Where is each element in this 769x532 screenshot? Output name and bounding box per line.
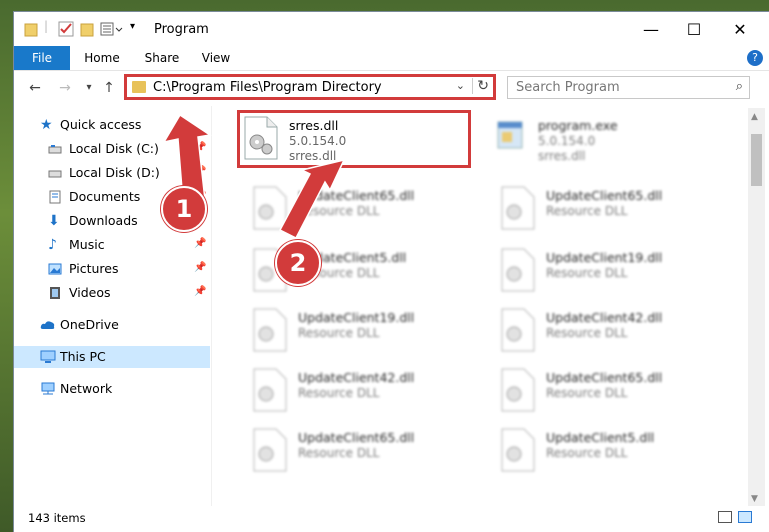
step-badge-2: 2	[275, 240, 321, 286]
annotation-arrows	[162, 113, 346, 240]
step-badge-1: 1	[161, 186, 207, 232]
